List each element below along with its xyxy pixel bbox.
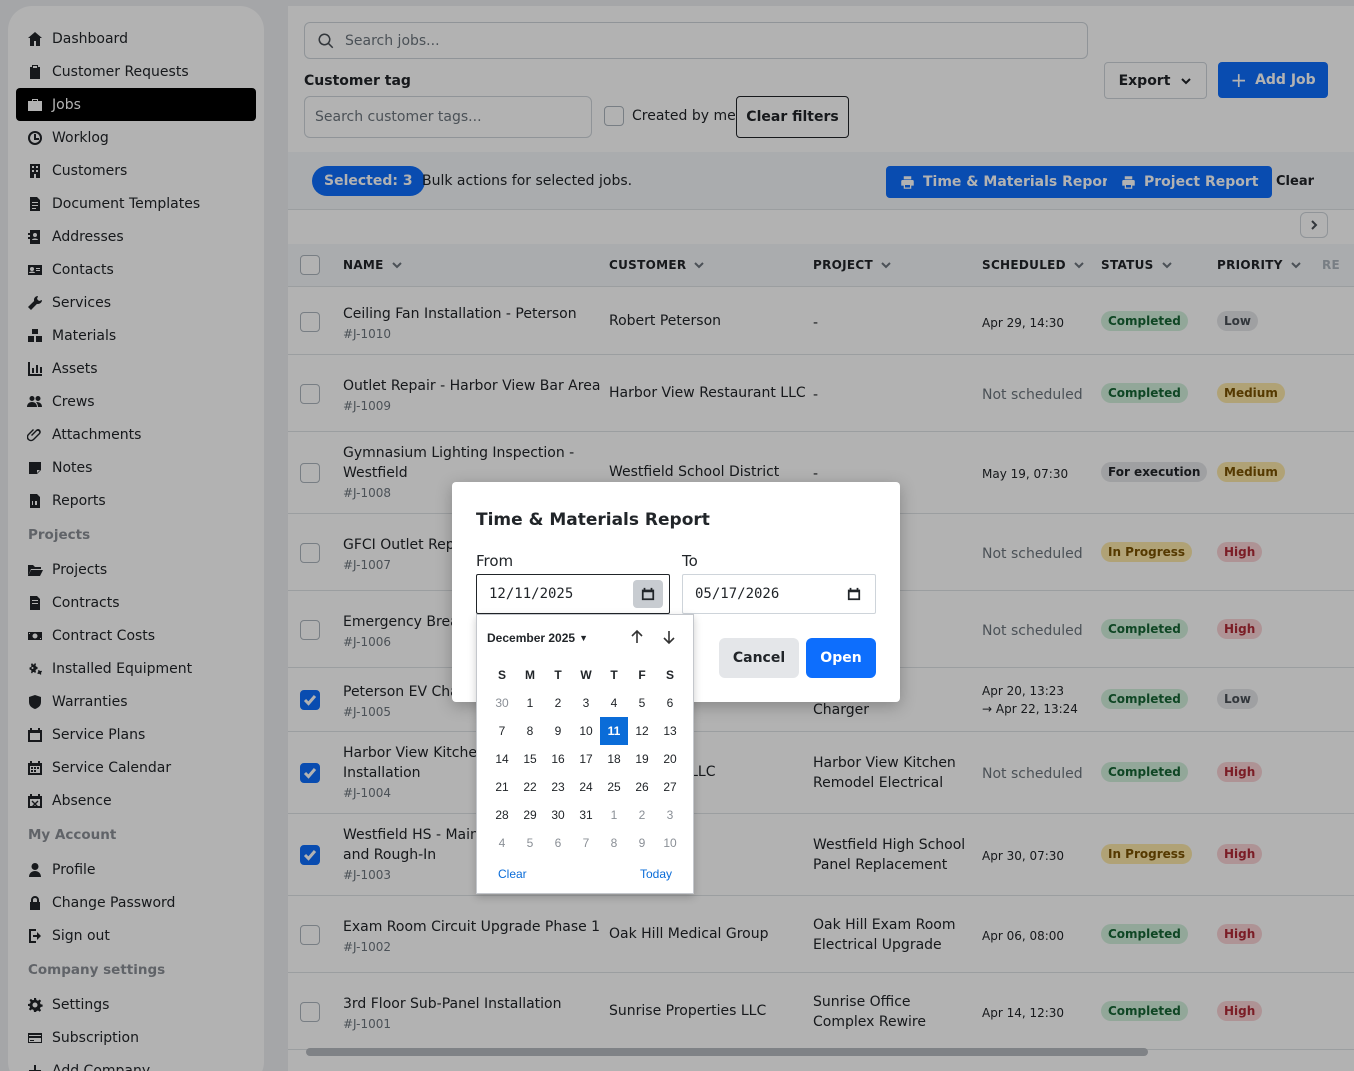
to-label: To [682, 552, 698, 570]
calendar-day[interactable]: 1 [600, 801, 628, 829]
calendar-day[interactable]: 8 [516, 717, 544, 745]
from-date-value: 12/11/2025 [489, 586, 574, 602]
calendar-day[interactable]: 18 [600, 745, 628, 773]
calendar-icon [641, 587, 655, 601]
month-year-label: December 2025 [487, 631, 576, 645]
to-calendar-button[interactable] [839, 580, 869, 608]
picker-clear-button[interactable]: Clear [498, 867, 527, 881]
calendar-day[interactable]: 13 [656, 717, 684, 745]
calendar-day[interactable]: 16 [544, 745, 572, 773]
arrow-down-icon [663, 631, 675, 645]
calendar-day[interactable]: 5 [516, 829, 544, 857]
calendar-day[interactable]: 6 [544, 829, 572, 857]
dialog-title: Time & Materials Report [476, 510, 710, 530]
calendar-day[interactable]: 6 [656, 689, 684, 717]
calendar-day[interactable]: 9 [628, 829, 656, 857]
calendar-day[interactable]: 28 [488, 801, 516, 829]
from-label: From [476, 552, 514, 570]
calendar-day[interactable]: 3 [656, 801, 684, 829]
calendar-day[interactable]: 29 [516, 801, 544, 829]
calendar-day[interactable]: 26 [628, 773, 656, 801]
calendar-day[interactable]: 21 [488, 773, 516, 801]
to-date-value: 05/17/2026 [695, 586, 780, 602]
weekday-header: T [554, 668, 562, 682]
calendar-day[interactable]: 5 [628, 689, 656, 717]
cancel-button[interactable]: Cancel [719, 638, 799, 678]
calendar-icon [847, 587, 861, 601]
date-picker-popup: December 2025 ▼ S M T W T F S 30 1 2 3 4 5 6 7 8 9 10 11 12… [476, 614, 694, 894]
calendar-day[interactable]: 19 [628, 745, 656, 773]
previous-month-button[interactable] [627, 627, 647, 647]
calendar-day[interactable]: 31 [572, 801, 600, 829]
weekday-header: T [610, 668, 618, 682]
calendar-day-selected[interactable]: 11 [600, 717, 628, 745]
caret-down-icon: ▼ [579, 633, 588, 643]
calendar-day[interactable]: 4 [600, 689, 628, 717]
calendar-day[interactable]: 23 [544, 773, 572, 801]
calendar-day[interactable]: 8 [600, 829, 628, 857]
weekday-header: F [638, 668, 646, 682]
calendar-day[interactable]: 10 [572, 717, 600, 745]
from-calendar-button[interactable] [633, 580, 663, 608]
calendar-day[interactable]: 12 [628, 717, 656, 745]
arrow-up-icon [631, 629, 643, 643]
calendar-day[interactable]: 4 [488, 829, 516, 857]
calendar-day[interactable]: 20 [656, 745, 684, 773]
calendar-day[interactable]: 2 [628, 801, 656, 829]
calendar-day[interactable]: 14 [488, 745, 516, 773]
from-date-input[interactable]: 12/11/2025 [476, 574, 670, 614]
weekday-header: W [580, 668, 592, 682]
weekday-header: S [665, 668, 674, 682]
calendar-day[interactable]: 3 [572, 689, 600, 717]
calendar-day[interactable]: 10 [656, 829, 684, 857]
calendar-day[interactable]: 9 [544, 717, 572, 745]
weekday-header: M [525, 668, 535, 682]
calendar-day[interactable]: 25 [600, 773, 628, 801]
calendar-day[interactable]: 2 [544, 689, 572, 717]
calendar-day[interactable]: 15 [516, 745, 544, 773]
calendar-day[interactable]: 27 [656, 773, 684, 801]
calendar-day[interactable]: 30 [544, 801, 572, 829]
calendar-day[interactable]: 30 [488, 689, 516, 717]
calendar-day[interactable]: 17 [572, 745, 600, 773]
calendar-day[interactable]: 7 [488, 717, 516, 745]
month-year-selector[interactable]: December 2025 ▼ [487, 631, 588, 645]
calendar-day[interactable]: 1 [516, 689, 544, 717]
calendar-grid: S M T W T F S 30 1 2 3 4 5 6 7 8 9 10 11 12 13 14 15 16 17 18 19 20… [488, 661, 684, 857]
calendar-day[interactable]: 7 [572, 829, 600, 857]
next-month-button[interactable] [659, 627, 679, 647]
calendar-day[interactable]: 24 [572, 773, 600, 801]
calendar-day[interactable]: 22 [516, 773, 544, 801]
open-button[interactable]: Open [806, 638, 876, 678]
to-date-input[interactable]: 05/17/2026 [682, 574, 876, 614]
picker-today-button[interactable]: Today [640, 867, 672, 881]
weekday-header: S [497, 668, 506, 682]
